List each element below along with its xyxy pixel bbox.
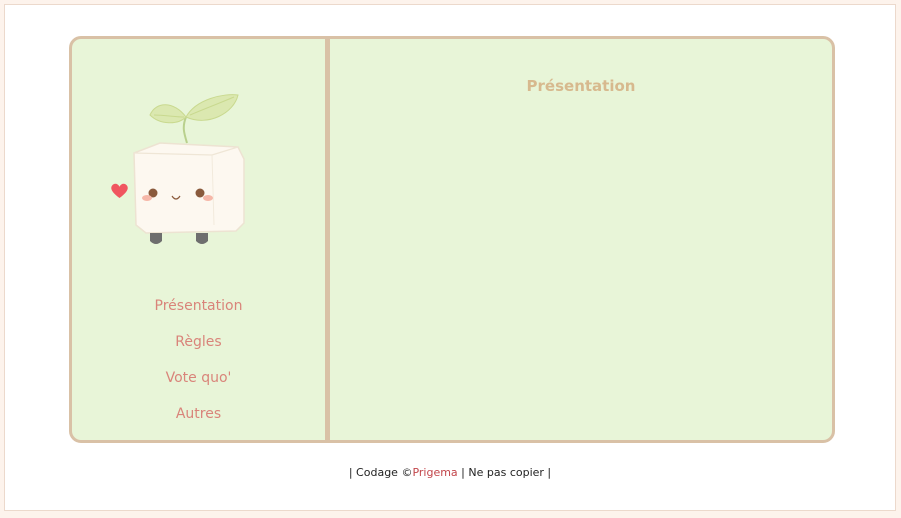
nav-item-autres[interactable]: Autres — [72, 402, 325, 438]
author-link[interactable]: Prigema — [412, 466, 457, 479]
sidebar-nav: Présentation Règles Vote quo' Autres — [72, 294, 325, 438]
heart-icon — [111, 183, 128, 199]
nav-item-regles[interactable]: Règles — [72, 330, 325, 366]
sidebar: Présentation Règles Vote quo' Autres — [72, 39, 325, 440]
nav-item-vote-quo[interactable]: Vote quo' — [72, 366, 325, 402]
nav-item-presentation[interactable]: Présentation — [72, 294, 325, 330]
main-panel: Présentation Règles Vote quo' Autres Pré… — [69, 36, 835, 443]
tofu-sprout-mascot-icon — [133, 94, 245, 244]
page-frame: Présentation Règles Vote quo' Autres Pré… — [4, 4, 896, 511]
content-title: Présentation — [526, 77, 636, 95]
content-area: Présentation — [330, 39, 832, 440]
footer-suffix: | Ne pas copier | — [457, 466, 552, 479]
footer-prefix: | Codage © — [348, 466, 413, 479]
footer-credits: | Codage ©Prigema | Ne pas copier | — [5, 466, 895, 479]
